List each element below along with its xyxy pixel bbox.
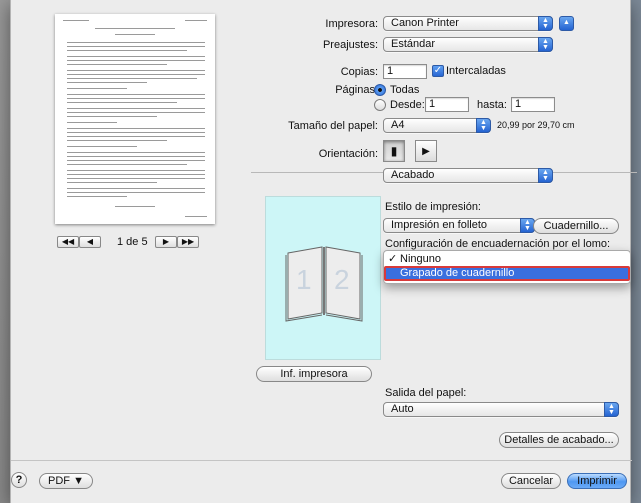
open-booklet-icon bbox=[285, 246, 363, 322]
copies-input[interactable]: 1 bbox=[383, 64, 427, 79]
paper-output-value: Auto bbox=[391, 403, 414, 415]
popup-arrows-icon: ▲ ▼ bbox=[538, 37, 553, 52]
bottom-divider bbox=[11, 460, 632, 461]
binding-option-none-label: Ninguno bbox=[400, 253, 441, 265]
section-popup[interactable]: Acabado ▲ ▼ bbox=[383, 168, 553, 183]
help-button[interactable]: ? bbox=[11, 472, 27, 488]
page-counter: 1 de 5 bbox=[117, 236, 148, 248]
pages-all-label: Todas bbox=[390, 84, 420, 96]
binding-label: Configuración de encuadernación por el l… bbox=[385, 238, 611, 250]
finishing-details-button[interactable]: Detalles de acabado... bbox=[499, 432, 619, 448]
portrait-orientation-button[interactable]: ▮ bbox=[383, 140, 405, 162]
copies-label: Copias: bbox=[340, 66, 378, 78]
presets-value: Estándar bbox=[391, 38, 436, 50]
pages-from-label: Desde: bbox=[390, 99, 425, 111]
paper-size-label: Tamaño del papel: bbox=[288, 120, 378, 132]
print-style-value: Impresión en folleto bbox=[391, 219, 487, 231]
collated-label: Intercaladas bbox=[446, 65, 506, 77]
pages-from-input[interactable]: 1 bbox=[425, 97, 469, 112]
collated-checkbox[interactable]: ✓ bbox=[432, 65, 444, 77]
cancel-button[interactable]: Cancelar bbox=[501, 473, 561, 489]
checkmark-icon: ✓ bbox=[388, 253, 398, 265]
orientation-label: Orientación: bbox=[318, 148, 378, 160]
popup-arrows-icon: ▲ ▼ bbox=[476, 118, 491, 133]
pages-all-radio[interactable] bbox=[374, 84, 386, 96]
print-style-popup[interactable]: Impresión en folleto ▲ ▼ bbox=[383, 218, 535, 233]
paper-dimensions: 20,99 por 29,70 cm bbox=[497, 120, 575, 130]
landscape-orientation-button[interactable]: ▶ bbox=[415, 140, 437, 162]
print-button[interactable]: Imprimir bbox=[567, 473, 627, 489]
paper-size-popup[interactable]: A4 ▲ ▼ bbox=[383, 118, 491, 133]
portrait-icon: ▮ bbox=[390, 144, 398, 158]
paper-output-label: Salida del papel: bbox=[385, 387, 467, 399]
binding-option-saddle-stitch[interactable]: Grapado de cuadernillo bbox=[384, 266, 630, 281]
printer-popup[interactable]: Canon Printer ▲ ▼ bbox=[383, 16, 553, 31]
pages-label: Páginas: bbox=[335, 84, 378, 96]
popup-arrows-icon: ▲ ▼ bbox=[604, 402, 619, 417]
preview-page-1: 1 bbox=[296, 264, 312, 295]
last-page-button[interactable]: ▶▶ bbox=[177, 236, 199, 248]
print-dialog: ◀◀ ◀ 1 de 5 ▶ ▶▶ Impresora: Canon Printe… bbox=[10, 0, 637, 503]
pages-to-input[interactable]: 1 bbox=[511, 97, 555, 112]
disclosure-button[interactable]: ▲ bbox=[559, 16, 574, 31]
binding-option-none[interactable]: ✓ Ninguno bbox=[384, 252, 630, 267]
booklet-button[interactable]: Cuadernillo... bbox=[533, 218, 619, 234]
page-thumbnail bbox=[55, 14, 215, 224]
printer-value: Canon Printer bbox=[391, 17, 459, 29]
pages-from-radio[interactable] bbox=[374, 99, 386, 111]
paper-output-popup[interactable]: Auto ▲ ▼ bbox=[383, 402, 619, 417]
landscape-icon: ▶ bbox=[422, 146, 430, 157]
presets-popup[interactable]: Estándar ▲ ▼ bbox=[383, 37, 553, 52]
next-page-button[interactable]: ▶ bbox=[155, 236, 177, 248]
binding-dropdown[interactable]: ✓ Ninguno Grapado de cuadernillo bbox=[383, 250, 631, 284]
presets-label: Preajustes: bbox=[322, 39, 378, 51]
first-page-button[interactable]: ◀◀ bbox=[57, 236, 79, 248]
booklet-preview: 1 2 bbox=[265, 196, 381, 360]
print-style-label: Estilo de impresión: bbox=[385, 201, 481, 213]
binding-option-saddle-stitch-label: Grapado de cuadernillo bbox=[400, 267, 515, 279]
section-value: Acabado bbox=[391, 169, 435, 181]
popup-arrows-icon: ▲ ▼ bbox=[538, 168, 553, 183]
printer-label: Impresora: bbox=[325, 18, 378, 30]
printer-info-button[interactable]: Inf. impresora bbox=[256, 366, 372, 382]
prev-page-button[interactable]: ◀ bbox=[79, 236, 101, 248]
pdf-button[interactable]: PDF ▼ bbox=[39, 473, 93, 489]
paper-size-value: A4 bbox=[391, 119, 405, 131]
popup-arrows-icon: ▲ ▼ bbox=[538, 16, 553, 31]
pages-to-label: hasta: bbox=[477, 99, 507, 111]
preview-page-2: 2 bbox=[334, 264, 350, 295]
